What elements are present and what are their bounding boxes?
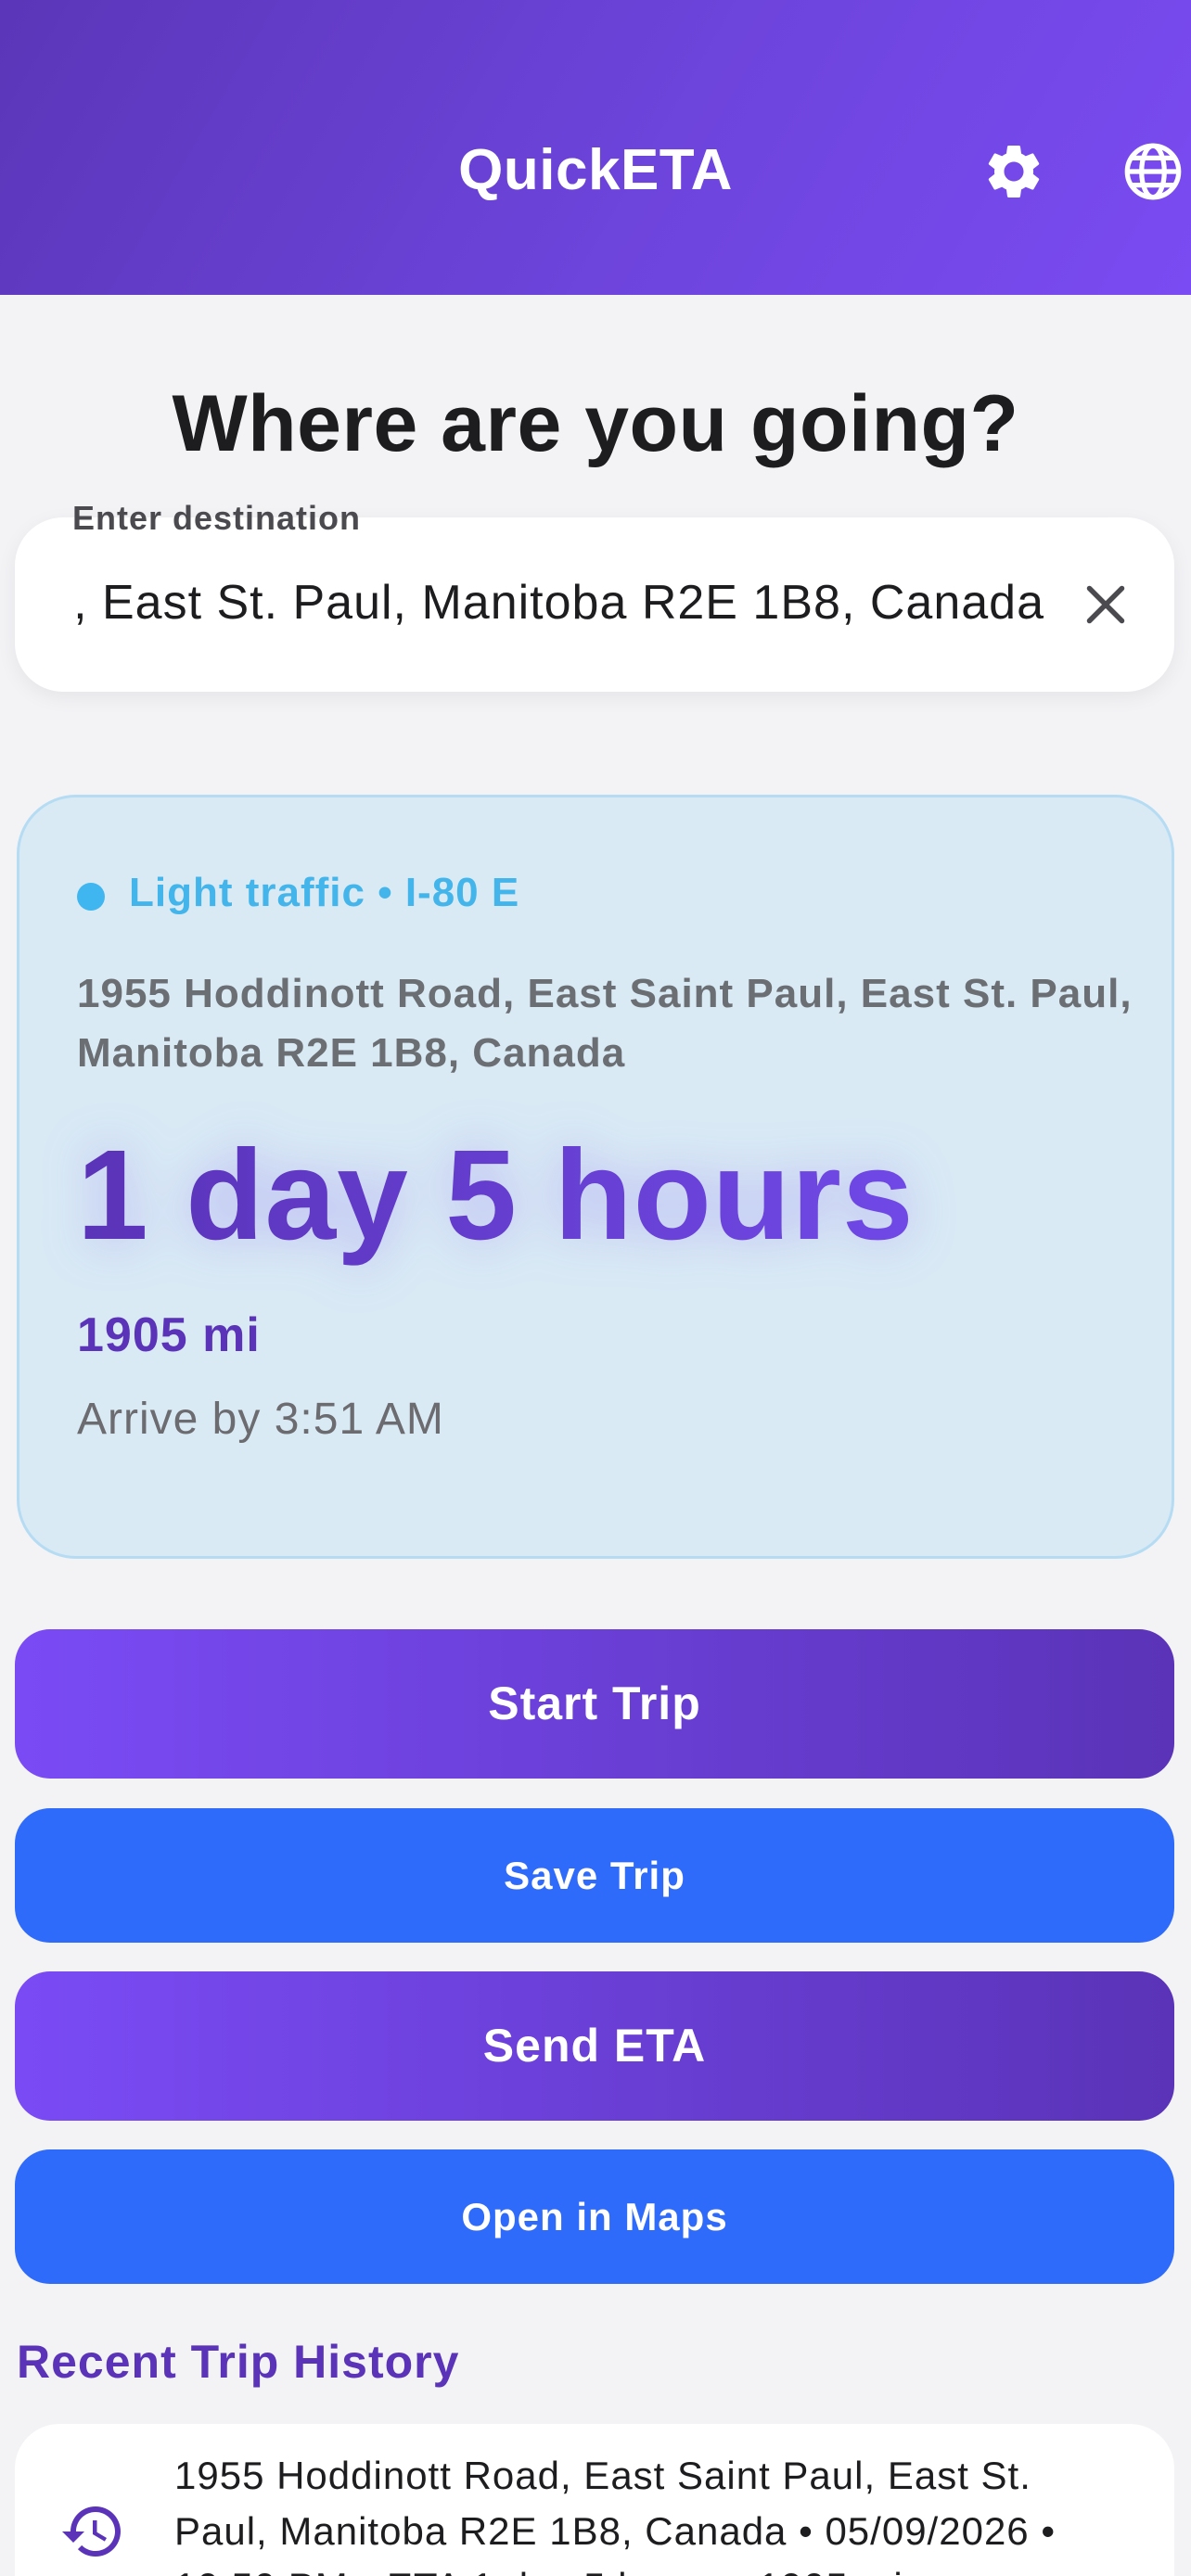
- open-in-maps-button[interactable]: Open in Maps: [15, 2149, 1174, 2284]
- destination-heading: Where are you going?: [172, 379, 1019, 468]
- eta-card: Light traffic • I-80 E 1955 Hoddinott Ro…: [17, 795, 1174, 1559]
- arrival-time: Arrive by 3:51 AM: [77, 1395, 444, 1444]
- eta-address: 1955 Hoddinott Road, East Saint Paul, Ea…: [77, 971, 1133, 1076]
- save-trip-button[interactable]: Save Trip: [15, 1808, 1174, 1943]
- destination-field[interactable]: 1955 Hoddinott Road, East Saint Paul, Ea…: [15, 517, 1174, 692]
- globe-icon[interactable]: [1121, 139, 1185, 204]
- app-header: QuickETA: [0, 0, 1191, 295]
- start-trip-button[interactable]: Start Trip: [15, 1629, 1174, 1779]
- close-icon[interactable]: [1078, 577, 1133, 632]
- history-item[interactable]: 1955 Hoddinott Road, East Saint Paul, Ea…: [15, 2424, 1174, 2576]
- eta-duration: 1 day 5 hours: [77, 1122, 915, 1269]
- history-icon: [62, 2506, 121, 2557]
- destination-input[interactable]: 1955 Hoddinott Road, East Saint Paul, Ea…: [70, 575, 1044, 634]
- history-title: Recent Trip History: [17, 2336, 460, 2388]
- send-eta-button[interactable]: Send ETA: [15, 1971, 1174, 2121]
- history-item-text: 1955 Hoddinott Road, East Saint Paul, Ea…: [174, 2454, 1057, 2576]
- eta-distance: 1905 mi: [77, 1308, 261, 1362]
- destination-label: Enter destination: [72, 499, 362, 537]
- traffic-indicator: [77, 883, 105, 911]
- traffic-status: Light traffic • I-80 E: [129, 870, 520, 915]
- gear-icon[interactable]: [981, 139, 1046, 204]
